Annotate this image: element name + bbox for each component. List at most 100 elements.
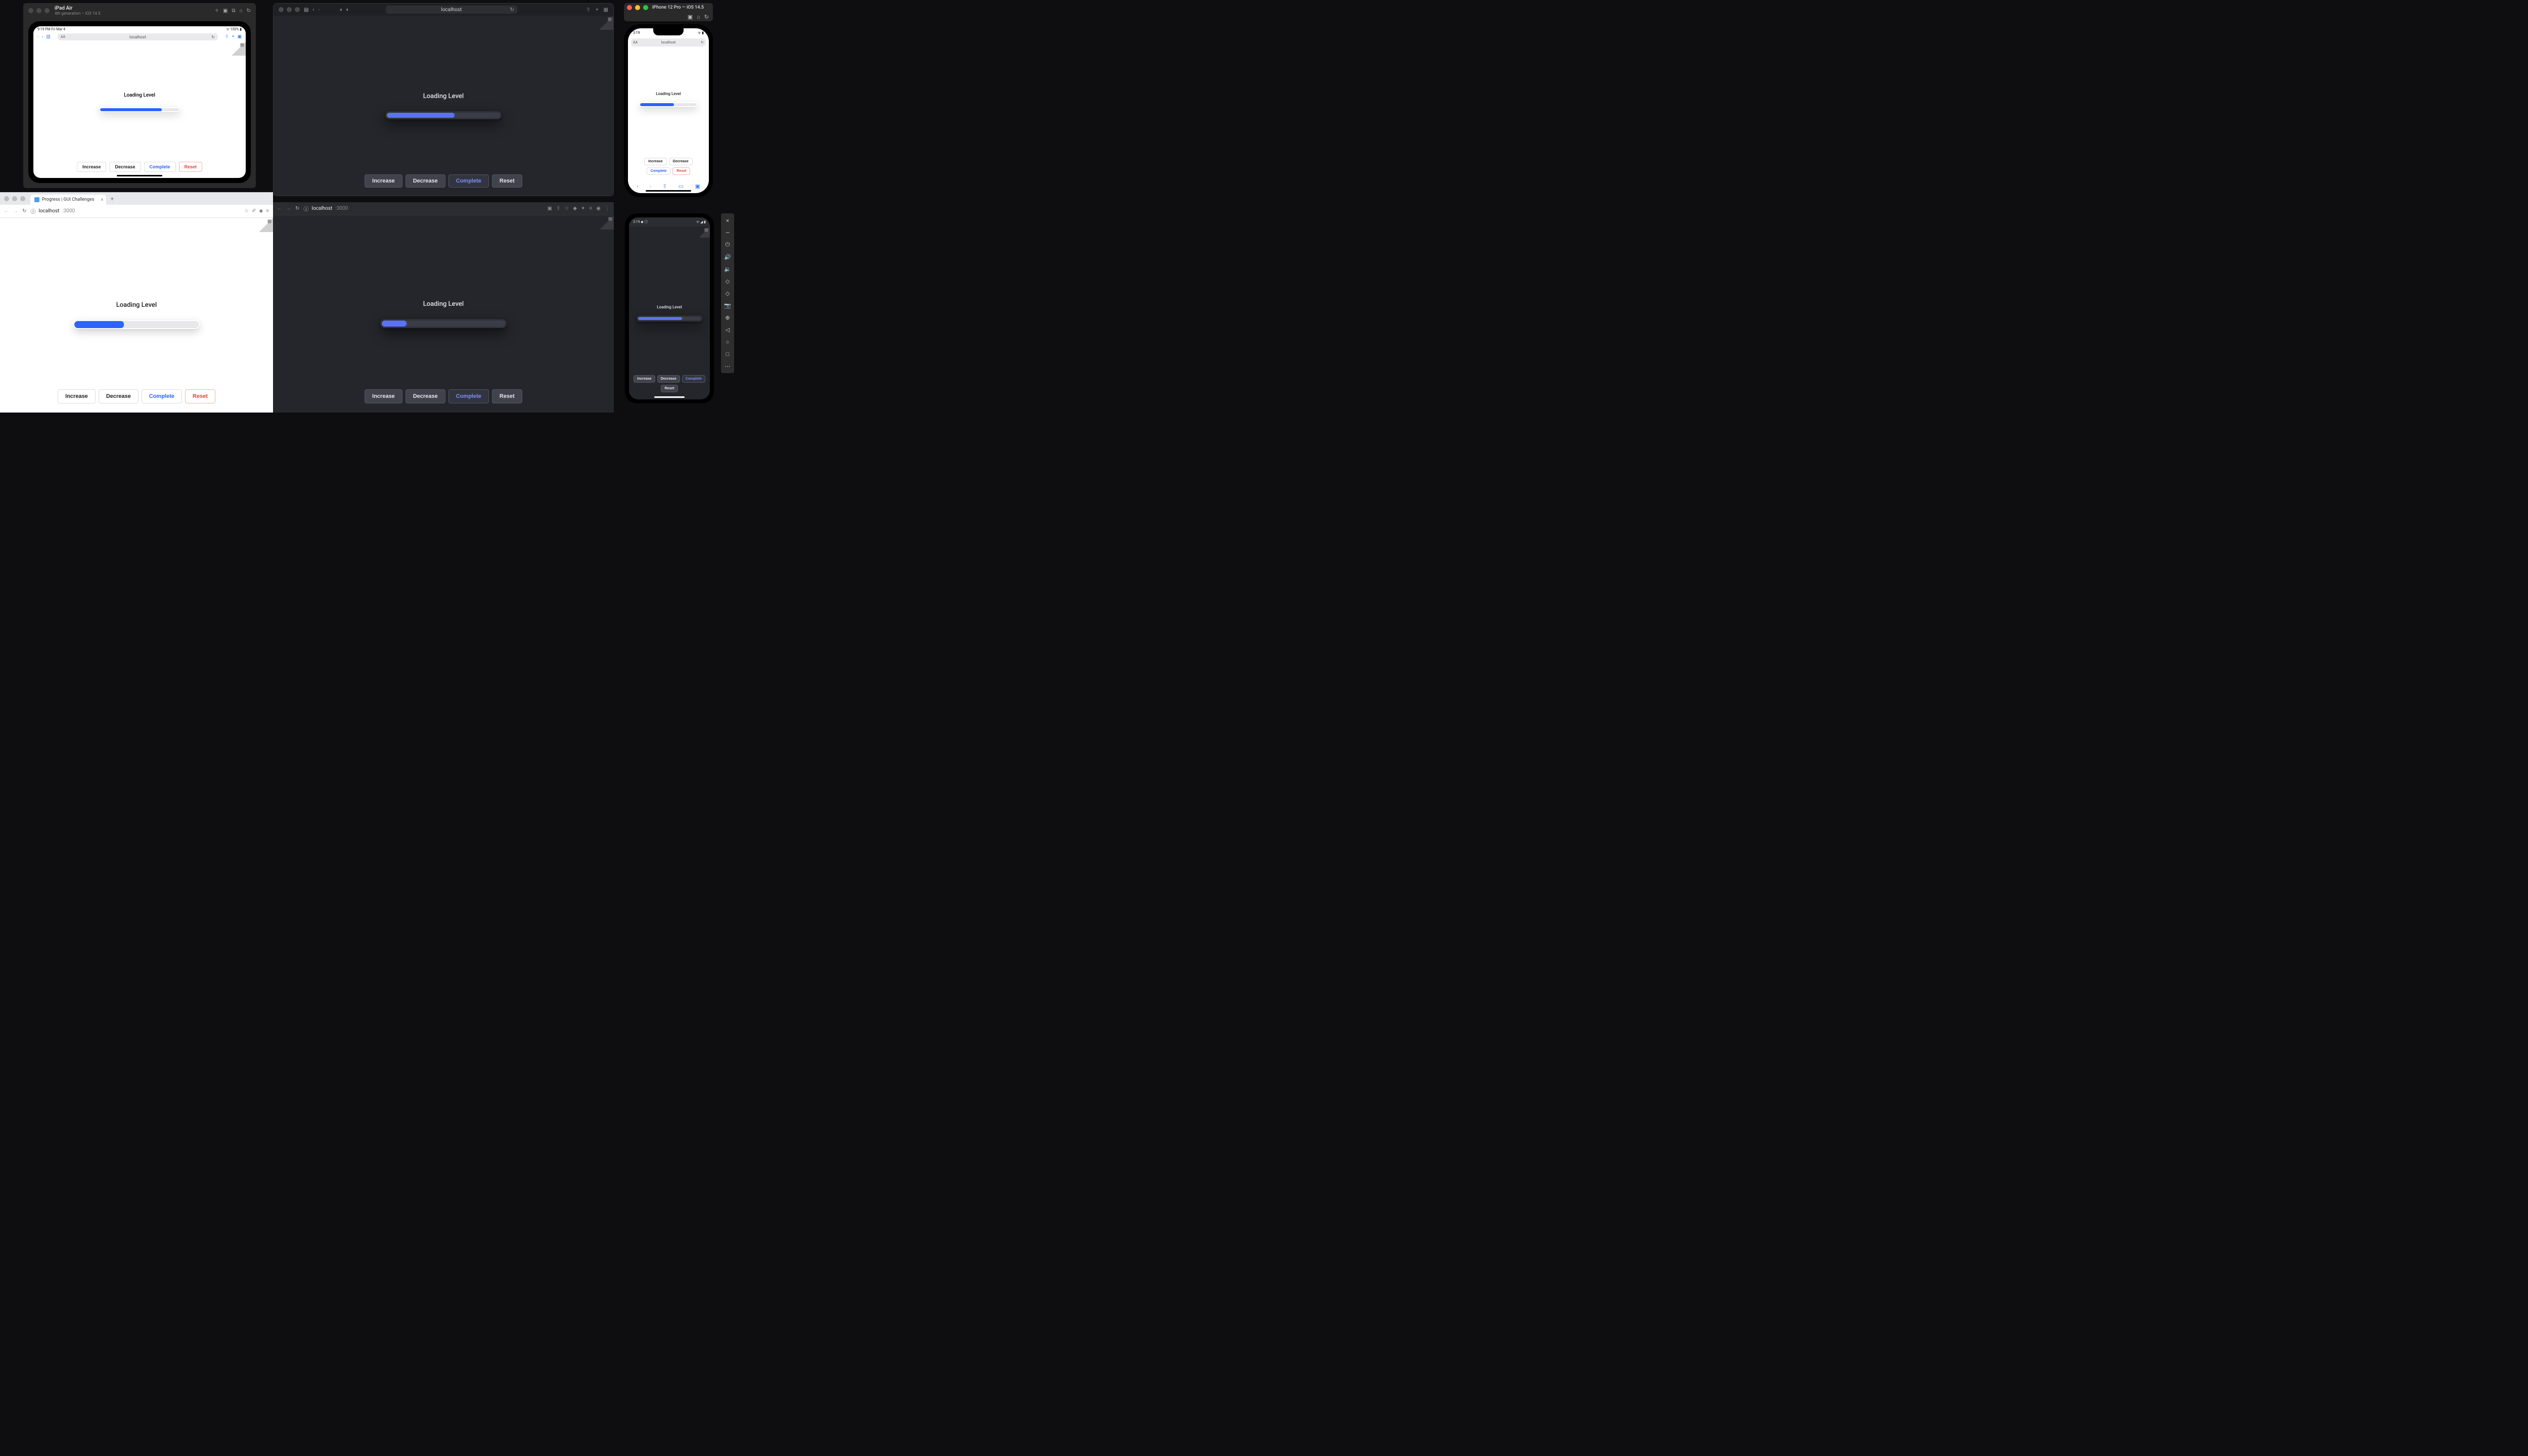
decrease-button[interactable]: Decrease xyxy=(405,174,445,188)
reading-list-icon[interactable]: ≡ xyxy=(589,206,592,211)
extension-icon[interactable]: ◆ xyxy=(573,206,577,211)
minimize-icon[interactable] xyxy=(12,196,17,201)
increase-button[interactable]: Increase xyxy=(365,389,402,403)
increase-button[interactable]: Increase xyxy=(644,158,666,165)
extensions-icon[interactable]: ✦ xyxy=(581,206,585,211)
decrease-button[interactable]: Decrease xyxy=(99,389,139,403)
visbug-icon[interactable] xyxy=(259,218,273,232)
complete-button[interactable]: Complete xyxy=(144,162,176,172)
home-icon[interactable]: ○ xyxy=(724,338,732,346)
home-icon[interactable]: ⌂ xyxy=(240,8,243,14)
close-icon[interactable] xyxy=(28,8,33,13)
refresh-icon[interactable]: ↻ xyxy=(211,35,215,39)
visbug-icon[interactable] xyxy=(232,41,246,56)
close-tab-icon[interactable]: × xyxy=(101,197,103,203)
rotate-icon[interactable]: ↻ xyxy=(704,14,709,20)
forward-button[interactable]: → xyxy=(286,206,291,211)
overview-icon[interactable]: □ xyxy=(724,350,732,358)
shield-icon[interactable]: ◑ xyxy=(339,7,342,13)
url-field[interactable]: AA localhost ↻ xyxy=(58,33,218,40)
forward-button[interactable]: › xyxy=(650,183,651,190)
gesture-bar[interactable] xyxy=(654,396,685,398)
site-info-icon[interactable]: ⓘ xyxy=(303,205,308,212)
sidebar-icon[interactable]: ▤ xyxy=(304,7,308,13)
close-icon[interactable] xyxy=(4,196,9,201)
home-indicator[interactable] xyxy=(117,175,162,176)
new-tab-button[interactable]: + xyxy=(110,195,114,202)
complete-button[interactable]: Complete xyxy=(142,389,182,403)
complete-button[interactable]: Complete xyxy=(682,375,705,383)
increase-button[interactable]: Increase xyxy=(634,375,655,383)
maximize-icon[interactable] xyxy=(44,8,50,13)
tabs-icon[interactable]: ▦ xyxy=(604,7,608,13)
reset-button[interactable]: Reset xyxy=(672,167,690,175)
close-icon[interactable] xyxy=(627,5,632,10)
back-button[interactable]: ‹ xyxy=(637,183,638,190)
tab-progress[interactable]: Progress | GUI Challenges × xyxy=(30,195,106,205)
decrease-button[interactable]: Decrease xyxy=(109,162,141,172)
decrease-button[interactable]: Decrease xyxy=(669,158,693,165)
volume-down-icon[interactable]: 🔉 xyxy=(724,265,732,273)
maximize-icon[interactable] xyxy=(20,196,25,201)
new-tab-icon[interactable]: + xyxy=(596,7,599,13)
back-button[interactable]: ‹ xyxy=(312,7,314,13)
share-icon[interactable]: ⇧ xyxy=(586,7,590,13)
increase-button[interactable]: Increase xyxy=(77,162,107,172)
reset-button[interactable]: Reset xyxy=(492,174,522,188)
refresh-button[interactable]: ↻ xyxy=(295,206,299,211)
close-icon[interactable] xyxy=(279,7,284,12)
zoom-icon[interactable]: ⊕ xyxy=(724,313,732,322)
home-icon[interactable]: ⌂ xyxy=(697,14,700,20)
mic-icon[interactable]: ◉ xyxy=(596,206,601,211)
increase-button[interactable]: Increase xyxy=(365,174,402,188)
refresh-icon[interactable]: ↻ xyxy=(510,7,514,13)
forward-button[interactable]: › xyxy=(42,34,43,39)
visbug-icon[interactable] xyxy=(600,215,614,230)
menu-icon[interactable]: ≡ xyxy=(266,208,269,214)
url-field[interactable]: AA localhost ↻ xyxy=(631,38,706,47)
rotate-left-icon[interactable]: ◇ xyxy=(724,277,732,285)
omnibox[interactable]: ⓘ localhost:3000 xyxy=(30,207,240,215)
screencast-icon[interactable]: ▣ xyxy=(548,206,552,211)
new-tab-icon[interactable]: + xyxy=(232,34,234,39)
reset-button[interactable]: Reset xyxy=(492,389,522,403)
reader-icon[interactable]: AA xyxy=(633,40,638,44)
reset-button[interactable]: Reset xyxy=(661,385,678,392)
home-indicator[interactable] xyxy=(646,190,691,192)
extension-icon[interactable]: ◆ xyxy=(259,208,263,214)
appearance-icon[interactable]: ◐ xyxy=(346,7,349,13)
share-icon[interactable]: ⇧ xyxy=(662,183,667,190)
complete-button[interactable]: Complete xyxy=(448,389,489,403)
sidebar-icon[interactable]: ▥ xyxy=(46,34,51,39)
reset-button[interactable]: Reset xyxy=(185,389,215,403)
minimize-icon[interactable] xyxy=(635,5,640,10)
forward-button[interactable]: › xyxy=(318,7,320,13)
bookmark-icon[interactable]: ☆ xyxy=(244,208,249,214)
rotate-right-icon[interactable]: ◇ xyxy=(724,289,732,297)
location-icon[interactable]: ✧ xyxy=(215,8,219,14)
share-icon[interactable]: ⇧ xyxy=(225,34,229,39)
complete-button[interactable]: Complete xyxy=(647,167,671,175)
minimize-icon[interactable] xyxy=(36,8,41,13)
omnibox[interactable]: ⓘ localhost:3000 xyxy=(303,205,543,212)
back-button[interactable]: ‹ xyxy=(37,34,39,39)
back-icon[interactable]: ◁ xyxy=(724,326,732,334)
site-info-icon[interactable]: ⓘ xyxy=(30,207,35,215)
camera-icon[interactable]: 📷 xyxy=(724,301,732,309)
screenshot-icon[interactable]: ▣ xyxy=(688,14,693,20)
rotate-icon[interactable]: ↻ xyxy=(247,8,251,14)
tabs-icon[interactable]: ▣ xyxy=(237,34,242,39)
maximize-icon[interactable] xyxy=(643,5,648,10)
url-field[interactable]: localhost ↻ xyxy=(386,6,517,14)
share-icon[interactable]: ⇧ xyxy=(556,206,560,211)
visbug-icon[interactable] xyxy=(699,226,710,238)
screenshot-icon[interactable]: ▣ xyxy=(223,8,228,14)
bookmark-icon[interactable]: ☆ xyxy=(564,206,569,211)
record-icon[interactable]: ⧉ xyxy=(232,8,235,14)
tabs-icon[interactable]: ▣ xyxy=(695,183,700,190)
volume-up-icon[interactable]: 🔊 xyxy=(724,253,732,261)
increase-button[interactable]: Increase xyxy=(58,389,96,403)
close-icon[interactable]: × xyxy=(724,216,732,224)
bookmarks-icon[interactable]: ▭ xyxy=(679,183,684,190)
minimize-icon[interactable]: — xyxy=(724,229,732,237)
